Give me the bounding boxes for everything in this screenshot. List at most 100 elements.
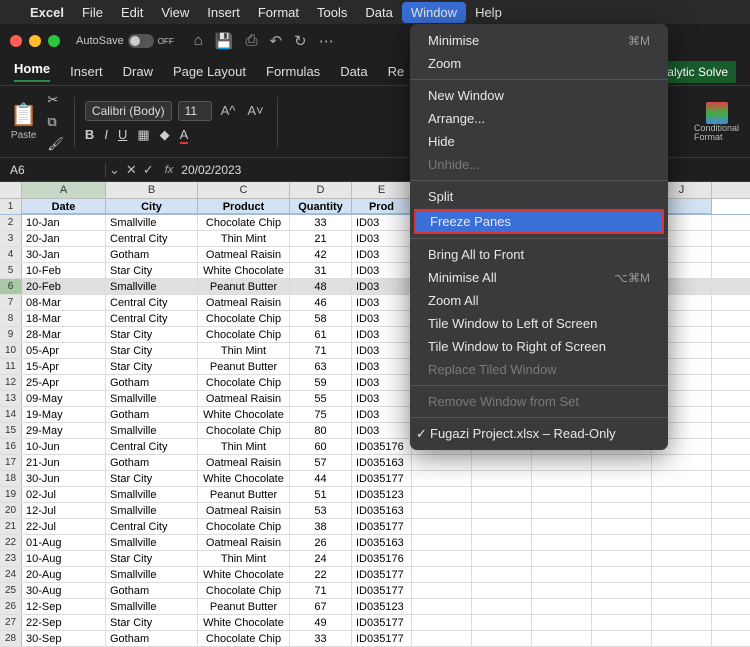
cell[interactable]: 30-Aug — [22, 583, 106, 598]
cell[interactable] — [532, 535, 592, 550]
menu-item[interactable]: Tile Window to Left of Screen — [410, 312, 668, 335]
cell[interactable]: Star City — [106, 327, 198, 342]
menu-item[interactable]: Arrange... — [410, 107, 668, 130]
row-header[interactable]: 25 — [0, 583, 22, 598]
cell[interactable] — [592, 615, 652, 630]
cell[interactable]: White Chocolate — [198, 615, 290, 630]
cell[interactable] — [412, 583, 472, 598]
cell[interactable] — [472, 535, 532, 550]
cell[interactable] — [652, 487, 712, 502]
row-header[interactable]: 16 — [0, 439, 22, 454]
row-header[interactable]: 3 — [0, 231, 22, 246]
cell[interactable]: Peanut Butter — [198, 487, 290, 502]
cell[interactable]: 21-Jun — [22, 455, 106, 470]
row-header[interactable]: 14 — [0, 407, 22, 422]
cell[interactable]: Gotham — [106, 247, 198, 262]
menu-item[interactable]: New Window — [410, 84, 668, 107]
cell[interactable]: 31 — [290, 263, 352, 278]
cell[interactable] — [412, 519, 472, 534]
menu-tools[interactable]: Tools — [317, 5, 347, 20]
cell[interactable]: ID03 — [352, 247, 412, 262]
cell[interactable]: White Chocolate — [198, 263, 290, 278]
cell[interactable]: Smallville — [106, 503, 198, 518]
header-cell[interactable]: Quantity — [290, 199, 352, 214]
cell[interactable] — [592, 487, 652, 502]
close-icon[interactable] — [10, 35, 22, 47]
cell[interactable]: 10-Aug — [22, 551, 106, 566]
cell[interactable]: Smallville — [106, 599, 198, 614]
cell[interactable]: ID03 — [352, 375, 412, 390]
cell[interactable] — [412, 503, 472, 518]
cell[interactable] — [412, 487, 472, 502]
cell[interactable]: ID035123 — [352, 599, 412, 614]
cell[interactable]: ID035163 — [352, 455, 412, 470]
menu-item[interactable]: Bring All to Front — [410, 243, 668, 266]
undo-icon[interactable]: ↶ — [269, 32, 282, 50]
cell[interactable] — [652, 471, 712, 486]
cell[interactable]: Chocolate Chip — [198, 583, 290, 598]
tab-draw[interactable]: Draw — [123, 64, 153, 79]
cell[interactable] — [592, 519, 652, 534]
cell[interactable]: 10-Jan — [22, 215, 106, 230]
row-header[interactable]: 7 — [0, 295, 22, 310]
cell[interactable]: 22 — [290, 567, 352, 582]
cell[interactable] — [592, 599, 652, 614]
cell[interactable]: 53 — [290, 503, 352, 518]
cell[interactable] — [412, 599, 472, 614]
cell[interactable]: 20-Aug — [22, 567, 106, 582]
cell[interactable]: Chocolate Chip — [198, 215, 290, 230]
cell[interactable]: 67 — [290, 599, 352, 614]
cell[interactable]: Smallville — [106, 279, 198, 294]
row-header[interactable]: 5 — [0, 263, 22, 278]
print-icon[interactable]: ⎙ — [245, 32, 257, 50]
menu-item[interactable]: Zoom All — [410, 289, 668, 312]
row-header[interactable]: 9 — [0, 327, 22, 342]
cell[interactable] — [472, 567, 532, 582]
row-header[interactable]: 11 — [0, 359, 22, 374]
dropdown-icon[interactable]: ⌄ — [106, 162, 123, 178]
cell[interactable]: 26 — [290, 535, 352, 550]
cell[interactable]: Smallville — [106, 567, 198, 582]
row-header[interactable]: 19 — [0, 487, 22, 502]
cell[interactable] — [652, 519, 712, 534]
cell[interactable]: 71 — [290, 583, 352, 598]
cell[interactable] — [472, 487, 532, 502]
cell[interactable] — [412, 471, 472, 486]
cell[interactable]: Chocolate Chip — [198, 519, 290, 534]
cell[interactable] — [592, 471, 652, 486]
col-header-d[interactable]: D — [290, 182, 352, 198]
row-header[interactable]: 27 — [0, 615, 22, 630]
cell[interactable] — [652, 599, 712, 614]
cell[interactable]: Smallville — [106, 535, 198, 550]
menu-edit[interactable]: Edit — [121, 5, 143, 20]
cell[interactable]: Star City — [106, 615, 198, 630]
cell[interactable]: 49 — [290, 615, 352, 630]
cell[interactable]: ID035177 — [352, 567, 412, 582]
menu-file[interactable]: File — [82, 5, 103, 20]
row-header[interactable]: 18 — [0, 471, 22, 486]
cell[interactable]: Smallville — [106, 487, 198, 502]
cell[interactable]: 01-Aug — [22, 535, 106, 550]
cell[interactable] — [652, 503, 712, 518]
cell[interactable]: 51 — [290, 487, 352, 502]
cell[interactable] — [412, 535, 472, 550]
menu-item[interactable]: Freeze Panes — [414, 209, 664, 234]
autosave-switch-icon[interactable] — [128, 34, 154, 48]
tab-home[interactable]: Home — [14, 61, 50, 82]
cell[interactable]: ID035163 — [352, 535, 412, 550]
row-header[interactable]: 28 — [0, 631, 22, 646]
cell[interactable] — [532, 599, 592, 614]
row-header[interactable]: 24 — [0, 567, 22, 582]
cell[interactable]: Central City — [106, 439, 198, 454]
cell[interactable]: 29-May — [22, 423, 106, 438]
cell[interactable]: 20-Feb — [22, 279, 106, 294]
cell[interactable]: Thin Mint — [198, 231, 290, 246]
row-header[interactable]: 20 — [0, 503, 22, 518]
cell[interactable]: ID03 — [352, 295, 412, 310]
row-header[interactable]: 13 — [0, 391, 22, 406]
cell[interactable]: 44 — [290, 471, 352, 486]
row-header[interactable]: 1 — [0, 199, 22, 214]
tab-formulas[interactable]: Formulas — [266, 64, 320, 79]
cell[interactable] — [412, 631, 472, 646]
cell[interactable]: 59 — [290, 375, 352, 390]
